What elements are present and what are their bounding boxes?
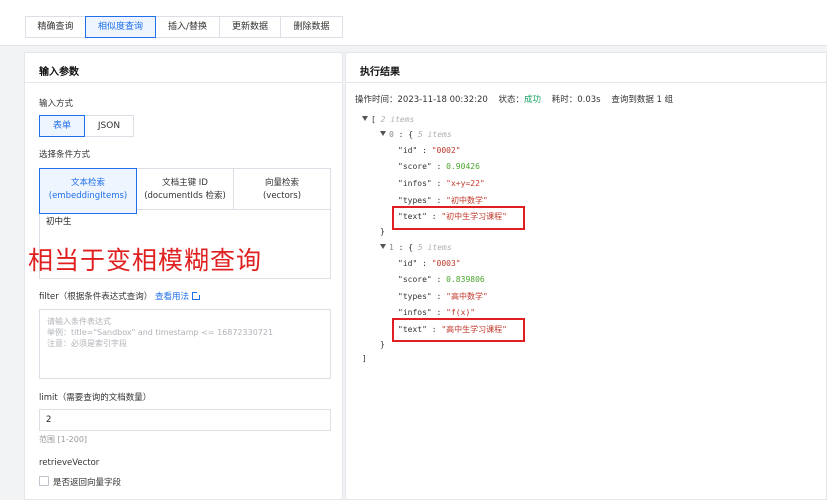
execution-result-panel: 执行结果 操作时间：2023-11-18 00:32:20 状态：成功 耗时：0… xyxy=(345,52,827,500)
json-key: "infos" xyxy=(398,308,432,317)
json-field: "score" : 0.90426 xyxy=(398,162,480,171)
json-value: 0.839806 xyxy=(446,275,485,284)
method-text-search-name: 文本检索 xyxy=(70,178,105,188)
method-text-search-sub: (embeddingItems) xyxy=(48,191,128,201)
tab-exact-query[interactable]: 精确查询 xyxy=(25,16,86,38)
filter-placeholder-line3: 注意：必须是索引字段 xyxy=(47,339,127,348)
limit-value: 2 xyxy=(46,415,52,425)
retrieve-vector-label: retrieveVector xyxy=(39,458,100,468)
json-key: "score" xyxy=(398,162,432,171)
json-key: "score" xyxy=(398,275,432,284)
top-tab-bar: 精确查询 相似度查询 插入/替换 更新数据 删除数据 xyxy=(0,0,827,46)
root-count: 2 items xyxy=(380,115,415,124)
condition-method-label: 选择条件方式 xyxy=(39,150,91,160)
input-mode-label: 输入方式 xyxy=(39,99,74,109)
item-index: 0 xyxy=(389,130,394,139)
json-value: "f(x)" xyxy=(446,308,476,317)
elapsed-label: 耗时： xyxy=(551,95,578,105)
json-field: "types" : "高中数学" xyxy=(398,292,488,301)
fuzzy-query-annotation: 相当于变相模糊查询 xyxy=(28,246,263,275)
json-value: "高中数学" xyxy=(446,292,488,301)
json-key: "id" xyxy=(398,146,418,155)
filter-placeholder-line2: 举例：title="Sandbox" and timestamp <= 1687… xyxy=(47,328,274,337)
json-root-close: ] xyxy=(362,354,367,363)
method-vector-search-name: 向量检索 xyxy=(264,178,299,188)
item-count: 5 items xyxy=(417,243,452,252)
limit-range-hint: 范围 [1-200] xyxy=(39,435,88,444)
json-field: "score" : 0.839806 xyxy=(398,275,485,284)
filter-label: filter（根据条件表达式查询） 查看用法 xyxy=(39,290,201,302)
json-field: "id" : "0002" xyxy=(398,146,461,155)
mode-form-button[interactable]: 表单 xyxy=(39,115,85,137)
method-document-id-name: 文档主键 ID xyxy=(162,178,208,188)
filter-textarea[interactable]: 请输入条件表达式 举例：title="Sandbox" and timestam… xyxy=(39,309,331,379)
limit-input[interactable]: 2 xyxy=(39,409,331,431)
retrieve-vector-checkbox[interactable] xyxy=(39,476,49,486)
panel-title-input: 输入参数 xyxy=(39,67,79,78)
method-document-id-sub: (documentIds 检索) xyxy=(144,191,226,201)
tab-update-data[interactable]: 更新数据 xyxy=(219,16,281,38)
json-item-1-close: } xyxy=(380,340,385,349)
json-value: "0002" xyxy=(431,146,461,155)
op-time-value: 2023-11-18 00:32:20 xyxy=(397,95,488,105)
divider xyxy=(25,82,342,83)
filter-label-text: filter（根据条件表达式查询） xyxy=(39,292,153,302)
external-link-icon[interactable] xyxy=(192,291,201,300)
tab-similarity-query[interactable]: 相似度查询 xyxy=(85,16,156,38)
json-field: "infos" : "x+y=22" xyxy=(398,179,485,188)
json-value: "初中数学" xyxy=(446,196,488,205)
method-text-search[interactable]: 文本检索 (embeddingItems) xyxy=(39,168,137,214)
retrieve-vector-checkbox-label: 是否返回向量字段 xyxy=(53,478,122,488)
method-document-id[interactable]: 文档主键 ID (documentIds 检索) xyxy=(136,168,234,214)
json-key: "infos" xyxy=(398,179,432,188)
filter-usage-link[interactable]: 查看用法 xyxy=(155,292,189,302)
found-count: 查询到数据 1 组 xyxy=(611,95,674,105)
status-badge: 成功 xyxy=(524,95,542,105)
tab-delete-data[interactable]: 删除数据 xyxy=(280,16,343,38)
json-value: "0003" xyxy=(431,259,461,268)
panel-title-result: 执行结果 xyxy=(360,67,400,78)
item-count: 5 items xyxy=(417,130,452,139)
method-vector-search[interactable]: 向量检索 (vectors) xyxy=(233,168,331,214)
filter-placeholder-line1: 请输入条件表达式 xyxy=(47,317,111,326)
mode-json-button[interactable]: JSON xyxy=(84,115,134,137)
json-item-1-line[interactable]: 1 : { 5 items xyxy=(380,242,452,254)
tab-insert-replace[interactable]: 插入/替换 xyxy=(155,16,220,38)
method-vector-search-sub: (vectors) xyxy=(262,191,302,201)
collapse-triangle-icon[interactable] xyxy=(380,244,386,249)
result-meta-line: 操作时间：2023-11-18 00:32:20 状态：成功 耗时：0.03s … xyxy=(355,93,673,105)
json-key: "types" xyxy=(398,196,432,205)
collapse-triangle-icon[interactable] xyxy=(362,116,368,121)
json-item-0-line[interactable]: 0 : { 5 items xyxy=(380,129,452,141)
highlight-box xyxy=(392,318,525,342)
json-value: "x+y=22" xyxy=(446,179,485,188)
item-index: 1 xyxy=(389,243,394,252)
status-label: 状态： xyxy=(498,95,525,105)
divider xyxy=(346,82,826,83)
json-item-0-close: } xyxy=(380,227,385,236)
highlight-box xyxy=(392,206,525,230)
json-value: 0.90426 xyxy=(446,162,480,171)
json-key: "id" xyxy=(398,259,418,268)
json-root-line[interactable]: [ 2 items xyxy=(362,114,414,126)
text-query-value: 初中生 xyxy=(46,217,72,227)
collapse-triangle-icon[interactable] xyxy=(380,131,386,136)
elapsed-value: 0.03s xyxy=(577,95,601,105)
op-time-label: 操作时间： xyxy=(355,95,398,105)
json-field: "id" : "0003" xyxy=(398,259,461,268)
limit-label: limit（需要查询的文档数量） xyxy=(39,393,152,403)
json-key: "types" xyxy=(398,292,432,301)
